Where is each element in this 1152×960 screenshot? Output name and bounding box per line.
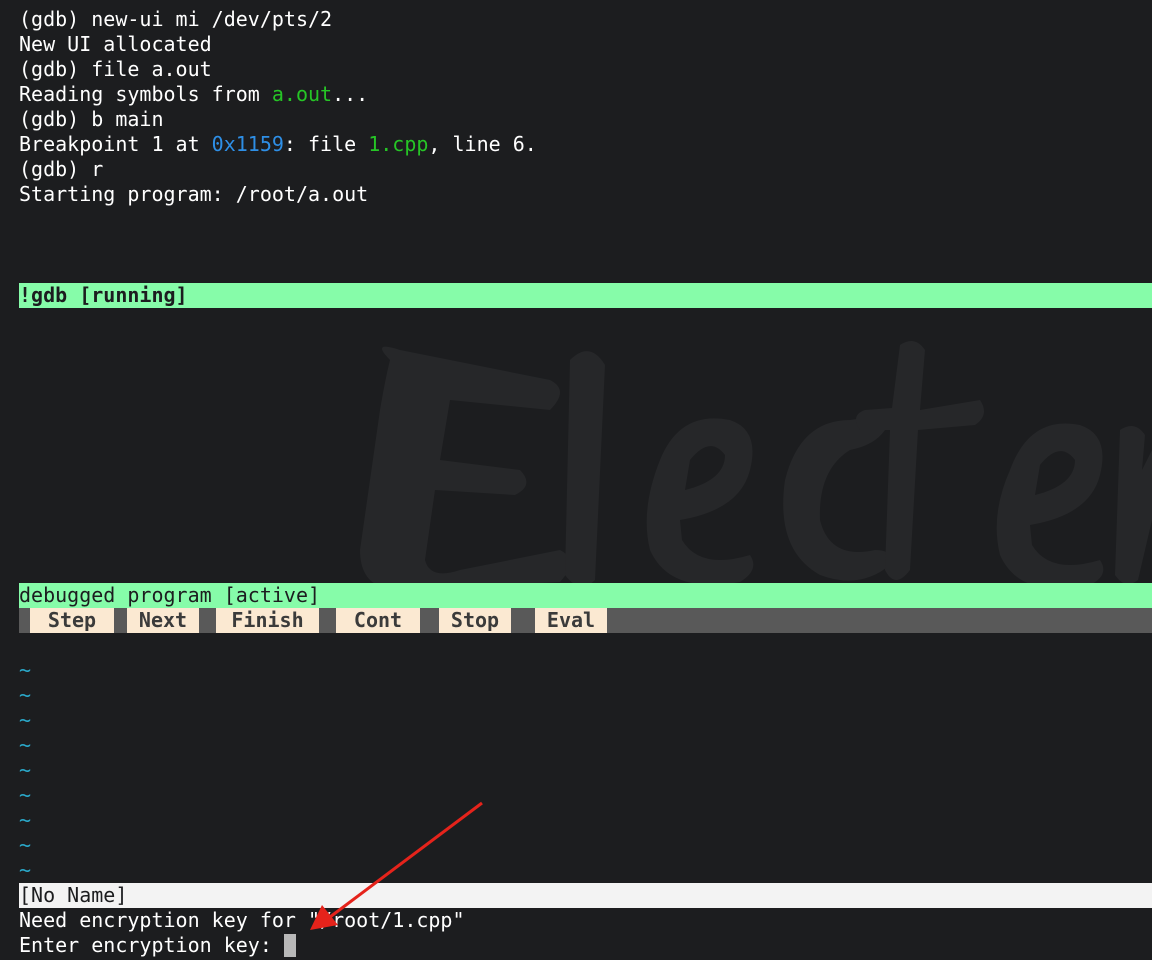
annotation-arrow-icon xyxy=(310,801,483,930)
